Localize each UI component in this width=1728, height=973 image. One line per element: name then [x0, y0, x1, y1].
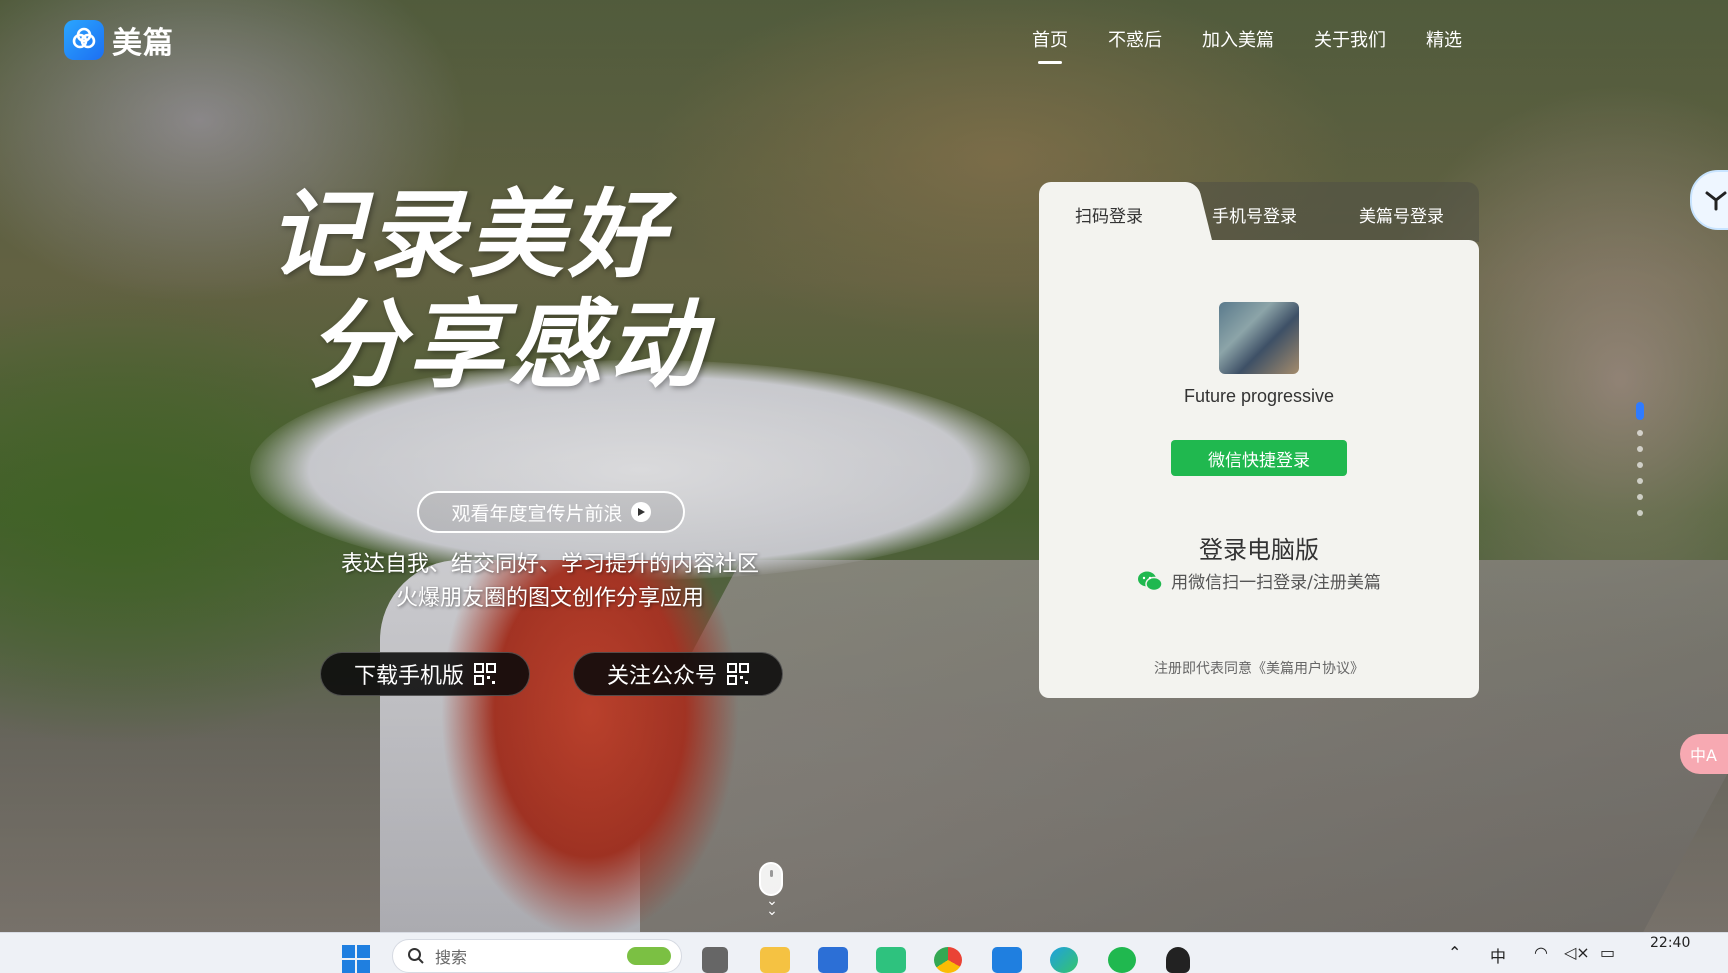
wechat-taskbar-icon[interactable]: [1108, 947, 1136, 973]
assistant-icon: [1705, 191, 1727, 211]
user-agreement-link[interactable]: 注册即代表同意《美篇用户协议》: [1039, 658, 1479, 678]
page-dot[interactable]: [1637, 446, 1643, 452]
messaging-app-icon[interactable]: [876, 947, 906, 973]
windows-logo-icon: [342, 960, 355, 973]
follow-account-label: 关注公众号: [606, 664, 717, 689]
search-icon: [408, 948, 424, 964]
ime-indicator[interactable]: 中: [1490, 943, 1506, 967]
clock-time: 22:40: [1650, 935, 1691, 951]
wifi-icon[interactable]: ◠: [1534, 943, 1548, 962]
hero-slogan: 记录美好 分享感动: [268, 180, 848, 400]
microsoft-store-icon[interactable]: [818, 947, 848, 973]
page-dot[interactable]: [1637, 494, 1643, 500]
search-highlight-icon: [627, 947, 671, 965]
volume-icon[interactable]: ◁×: [1564, 943, 1590, 962]
page-dot[interactable]: [1637, 478, 1643, 484]
hero-tagline: 表达自我、结交同好、学习提升的内容社区 火爆朋友圈的图文创作分享应用: [270, 548, 830, 616]
nav-home[interactable]: 首页: [1032, 26, 1068, 64]
user-avatar: [1219, 302, 1299, 374]
meipian-logo-icon: [64, 20, 104, 60]
follow-official-account-button[interactable]: 关注公众号: [573, 652, 783, 696]
site-logo[interactable]: 美篇: [64, 18, 174, 62]
chevron-down-icon: ⌄ ⌄: [766, 893, 778, 919]
scroll-down-hint[interactable]: ⌄ ⌄: [759, 862, 785, 919]
chrome-icon[interactable]: [934, 947, 962, 973]
file-explorer-icon[interactable]: [760, 947, 790, 973]
page-dot[interactable]: [1637, 430, 1643, 436]
pc-login-title: 登录电脑版: [1199, 536, 1319, 564]
main-nav: 首页 不惑后 加入美篇 关于我们 精选: [1032, 26, 1502, 64]
translate-button[interactable]: 中A: [1680, 734, 1728, 774]
tagline-line-1: 表达自我、结交同好、学习提升的内容社区: [340, 552, 759, 577]
task-view-icon[interactable]: [702, 947, 728, 973]
promo-video-label: 观看年度宣传片前浪: [451, 502, 623, 525]
pc-login-subtitle-text: 用微信扫一扫登录/注册美篇: [1171, 573, 1381, 593]
qq-icon[interactable]: [1166, 947, 1190, 973]
vscode-icon[interactable]: [992, 947, 1022, 973]
play-icon: [630, 502, 651, 522]
page-dot[interactable]: [1637, 510, 1643, 516]
nav-about[interactable]: 关于我们: [1314, 26, 1386, 52]
nav-buhuohou[interactable]: 不惑后: [1108, 26, 1162, 52]
slogan-line-1: 记录美好: [268, 178, 668, 291]
download-app-button[interactable]: 下载手机版: [320, 652, 530, 696]
translate-label: 中A: [1690, 746, 1717, 765]
wechat-quick-login-button[interactable]: 微信快捷登录: [1171, 440, 1347, 476]
tab-account-login[interactable]: 美篇号登录: [1359, 202, 1444, 227]
start-button[interactable]: [342, 945, 372, 973]
taskbar-search[interactable]: 搜索: [392, 939, 682, 973]
mouse-icon: [759, 862, 783, 896]
windows-logo-icon: [357, 945, 370, 958]
promo-video-button[interactable]: 观看年度宣传片前浪: [417, 491, 685, 533]
windows-logo-icon: [357, 960, 370, 973]
taskbar: 搜索 ⌃ 中 ◠ ◁× ▭ 22:40: [0, 932, 1728, 973]
qr-code-icon: [474, 663, 496, 685]
slogan-line-2: 分享感动: [308, 288, 708, 401]
nav-join[interactable]: 加入美篇: [1202, 26, 1274, 52]
username: Future progressive: [1183, 386, 1335, 406]
tagline-line-2: 火爆朋友圈的图文创作分享应用: [395, 586, 704, 611]
pc-login-subtitle: 用微信扫一扫登录/注册美篇: [1039, 568, 1479, 593]
qr-code-icon: [727, 663, 749, 685]
tab-phone-login[interactable]: 手机号登录: [1212, 202, 1297, 227]
wechat-icon: [1138, 571, 1163, 591]
download-app-label: 下载手机版: [353, 664, 464, 689]
page-dot[interactable]: [1637, 462, 1643, 468]
tab-qr-login[interactable]: 扫码登录: [1075, 202, 1143, 227]
edge-icon[interactable]: [1050, 947, 1078, 973]
battery-icon[interactable]: ▭: [1600, 943, 1615, 962]
nav-featured[interactable]: 精选: [1426, 26, 1462, 52]
windows-logo-icon: [342, 945, 355, 958]
page-dot-active[interactable]: [1636, 402, 1644, 420]
page-indicator: [1636, 402, 1644, 526]
logo-text: 美篇: [112, 26, 174, 61]
tray-chevron-up-icon[interactable]: ⌃: [1448, 943, 1461, 962]
search-placeholder: 搜索: [435, 948, 468, 967]
taskbar-clock[interactable]: 22:40: [1650, 935, 1690, 951]
